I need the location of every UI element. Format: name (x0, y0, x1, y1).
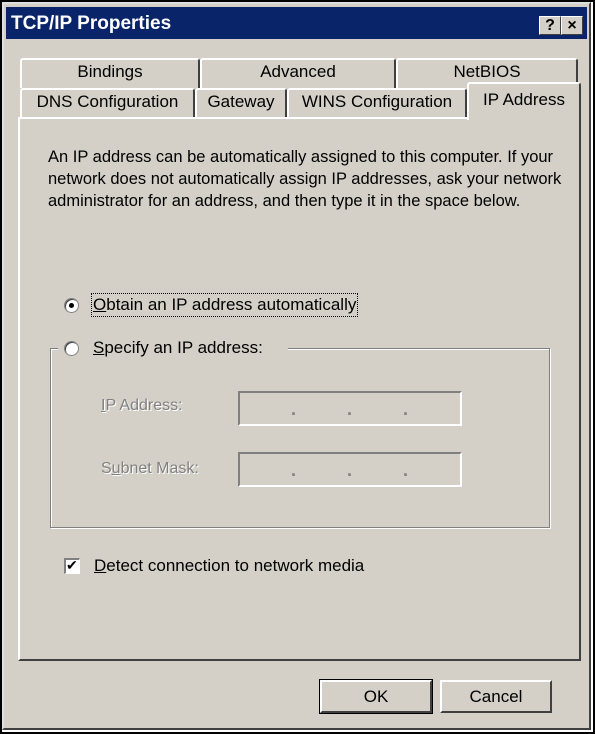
radio-selected-dot (69, 303, 74, 308)
close-button[interactable]: × (561, 16, 583, 35)
subnet-mask-field: . . . (238, 452, 462, 487)
tab-dns-configuration[interactable]: DNS Configuration (20, 88, 195, 118)
ip-address-field: . . . (238, 391, 462, 426)
tab-gateway[interactable]: Gateway (195, 88, 287, 118)
obtain-auto-radio[interactable] (64, 298, 79, 313)
specify-ip-label[interactable]: Specify an IP address: (93, 338, 263, 358)
tab-ip-address[interactable]: IP Address (467, 82, 581, 120)
detect-media-checkbox[interactable]: ✔ (64, 557, 80, 574)
help-button[interactable]: ? (539, 16, 561, 35)
tab-wins-configuration[interactable]: WINS Configuration (287, 88, 467, 118)
ip-separator: . (291, 460, 297, 480)
specify-ip-radio[interactable] (64, 341, 79, 356)
window-title: TCP/IP Properties (11, 13, 172, 34)
ok-button[interactable]: OK (319, 679, 433, 714)
subnet-mask-label: Subnet Mask: (101, 460, 199, 477)
ip-separator: . (403, 399, 409, 419)
tab-bindings[interactable]: Bindings (20, 58, 200, 88)
ip-separator: . (291, 399, 297, 419)
detect-media-label[interactable]: Detect connection to network media (94, 556, 364, 576)
title-bar: TCP/IP Properties ? × (6, 7, 587, 39)
checkmark-icon: ✔ (66, 557, 78, 573)
ip-separator: . (347, 460, 353, 480)
obtain-auto-label[interactable]: Obtain an IP address automatically (90, 293, 359, 317)
cancel-button[interactable]: Cancel (440, 680, 552, 713)
ip-separator: . (403, 460, 409, 480)
tab-advanced[interactable]: Advanced (200, 58, 396, 88)
ip-separator: . (347, 399, 353, 419)
ip-address-label: IP Address: (101, 397, 183, 414)
specify-ip-groupbox (50, 348, 550, 528)
description-text: An IP address can be automatically assig… (48, 148, 562, 210)
